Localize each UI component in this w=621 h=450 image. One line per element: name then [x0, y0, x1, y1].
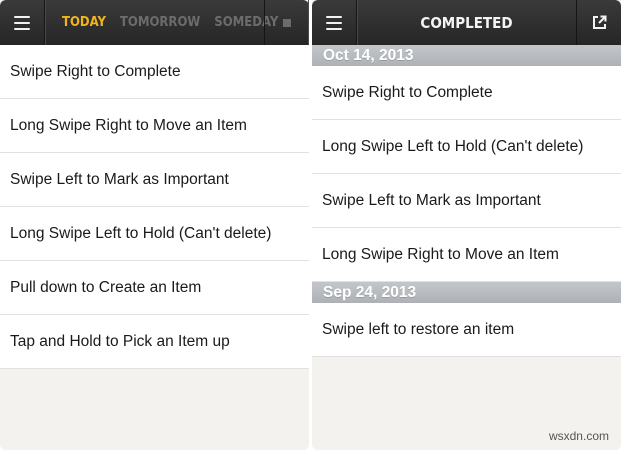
list-item[interactable]: Swipe Right to Complete — [0, 45, 309, 99]
page-title: COMPLETED — [420, 13, 513, 32]
share-export-icon — [592, 15, 606, 29]
list-item[interactable]: Swipe Right to Complete — [312, 66, 621, 120]
export-button[interactable] — [576, 0, 621, 45]
list-item-label: Swipe left to restore an item — [322, 320, 515, 338]
tab-tomorrow[interactable]: TOMORROW — [113, 15, 207, 30]
list-item[interactable]: Pull down to Create an Item — [0, 261, 309, 315]
completed-panel: COMPLETED Oct 14, 2013 Swipe Right to Co… — [312, 0, 621, 450]
list-item[interactable]: Long Swipe Right to Move an Item — [0, 99, 309, 153]
list-item[interactable]: Long Swipe Right to Move an Item — [312, 228, 621, 282]
top-bar: COMPLETED — [312, 0, 621, 45]
list-item-label: Long Swipe Left to Hold (Can't delete) — [10, 224, 272, 242]
list-item[interactable]: Swipe Left to Mark as Important — [0, 153, 309, 207]
watermark: wsxdn.com — [548, 429, 609, 443]
list-item-label: Swipe Right to Complete — [10, 62, 181, 80]
list-item-label: Long Swipe Left to Hold (Can't delete) — [322, 137, 584, 155]
list-item[interactable]: Swipe left to restore an item — [312, 303, 621, 357]
list-item-label: Pull down to Create an Item — [10, 278, 202, 296]
today-list: Swipe Right to Complete Long Swipe Right… — [0, 45, 309, 369]
square-button[interactable] — [264, 0, 309, 45]
list-item-label: Long Swipe Right to Move an Item — [322, 245, 559, 263]
list-item-label: Swipe Right to Complete — [322, 83, 493, 101]
menu-button[interactable] — [0, 0, 45, 45]
square-icon — [283, 18, 291, 27]
today-panel: TODAY TOMORROW SOMEDAY Swipe Right to Co… — [0, 0, 309, 450]
tab-today[interactable]: TODAY — [55, 15, 113, 30]
completed-list: Oct 14, 2013 Swipe Right to Complete Lon… — [312, 45, 621, 357]
date-header: Oct 14, 2013 — [312, 45, 621, 66]
list-item-label: Long Swipe Right to Move an Item — [10, 116, 247, 134]
list-item-label: Swipe Left to Mark as Important — [10, 170, 229, 188]
list-item[interactable]: Long Swipe Left to Hold (Can't delete) — [0, 207, 309, 261]
hamburger-icon — [326, 15, 342, 30]
top-bar: TODAY TOMORROW SOMEDAY — [0, 0, 309, 45]
list-item[interactable]: Long Swipe Left to Hold (Can't delete) — [312, 120, 621, 174]
list-item-label: Swipe Left to Mark as Important — [322, 191, 541, 209]
hamburger-icon — [14, 15, 30, 30]
date-header: Sep 24, 2013 — [312, 282, 621, 303]
list-item[interactable]: Tap and Hold to Pick an Item up — [0, 315, 309, 369]
list-item[interactable]: Swipe Left to Mark as Important — [312, 174, 621, 228]
day-tabs: TODAY TOMORROW SOMEDAY — [55, 0, 285, 45]
list-item-label: Tap and Hold to Pick an Item up — [10, 332, 230, 350]
menu-button[interactable] — [312, 0, 357, 45]
